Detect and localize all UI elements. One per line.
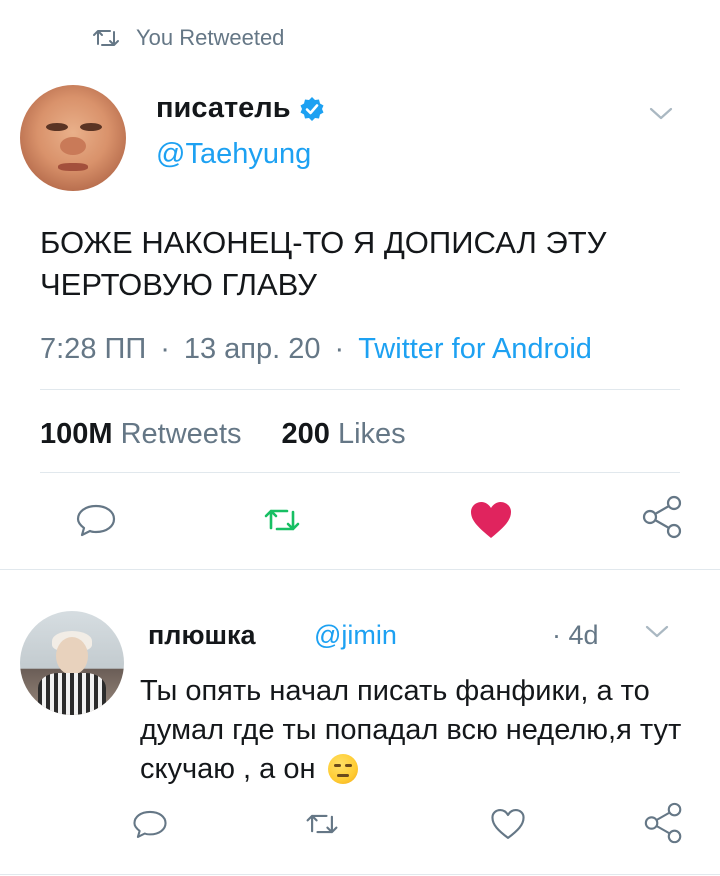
author-name[interactable]: писатель xyxy=(156,92,325,125)
share-button[interactable] xyxy=(640,798,688,848)
heart-icon xyxy=(471,502,511,538)
reply-author-handle[interactable]: @jimin xyxy=(314,620,397,651)
tweet-text: БОЖЕ НАКОНЕЦ-ТО Я ДОПИСАЛ ЭТУ ЧЕРТОВУЮ Г… xyxy=(40,225,607,302)
author-avatar[interactable] xyxy=(20,85,126,191)
chevron-down-icon[interactable] xyxy=(648,106,674,122)
heart-outline-icon xyxy=(491,809,525,839)
chevron-down-icon[interactable] xyxy=(644,624,670,640)
retweet-icon xyxy=(306,814,338,834)
reply-icon xyxy=(76,504,116,537)
likes-label: Likes xyxy=(337,418,406,450)
like-button[interactable] xyxy=(466,498,516,542)
retweets-stat[interactable]: 100M Retweets xyxy=(40,418,242,451)
reply-text-content: Ты опять начал писать фанфики, а то дума… xyxy=(140,675,682,785)
divider xyxy=(0,874,720,875)
meta-separator: · xyxy=(334,333,345,365)
meta-separator: · xyxy=(160,333,170,365)
divider xyxy=(40,389,680,390)
likes-stat[interactable]: 200 Likes xyxy=(282,418,406,451)
like-button[interactable] xyxy=(486,802,530,846)
reply-time: · 4d xyxy=(552,620,599,650)
verified-badge-icon xyxy=(300,96,324,121)
retweets-count: 100M xyxy=(40,418,113,450)
tweet-source-link[interactable]: Twitter for Android xyxy=(358,333,592,366)
reply-author-avatar[interactable] xyxy=(20,611,124,715)
expressionless-face-icon xyxy=(327,754,358,784)
retweets-label: Retweets xyxy=(120,418,242,450)
retweet-context: You Retweeted xyxy=(92,22,284,54)
divider xyxy=(40,472,680,473)
author-handle[interactable]: @Taehyung xyxy=(156,138,311,171)
reply-text: Ты опять начал писать фанфики, а то дума… xyxy=(140,672,700,789)
retweet-icon xyxy=(264,509,300,531)
reply-actions xyxy=(0,802,720,846)
tweet-time: 7:28 ПП xyxy=(40,333,147,365)
likes-count: 200 xyxy=(281,418,330,450)
retweet-button[interactable] xyxy=(258,498,306,542)
retweet-context-label: You Retweeted xyxy=(136,25,285,50)
share-button[interactable] xyxy=(638,492,688,542)
tweet-actions xyxy=(0,495,720,542)
tweet-meta: 7:28 ПП · 13 апр. 20 · Twitter for Andro… xyxy=(40,333,592,366)
tweet-date: 13 апр. 20 xyxy=(183,333,321,365)
retweet-icon xyxy=(93,30,119,46)
reply-button[interactable] xyxy=(72,498,120,542)
share-icon xyxy=(642,495,682,539)
retweet-button[interactable] xyxy=(300,802,344,846)
section-divider xyxy=(0,569,720,570)
share-icon xyxy=(644,802,682,844)
reply-button[interactable] xyxy=(128,802,172,846)
author-name-text: писатель xyxy=(156,92,291,124)
reply-author-name[interactable]: плюшка xyxy=(148,620,256,651)
tweet-stats: 100M Retweets 200 Likes xyxy=(40,418,406,451)
reply-icon xyxy=(133,810,167,838)
